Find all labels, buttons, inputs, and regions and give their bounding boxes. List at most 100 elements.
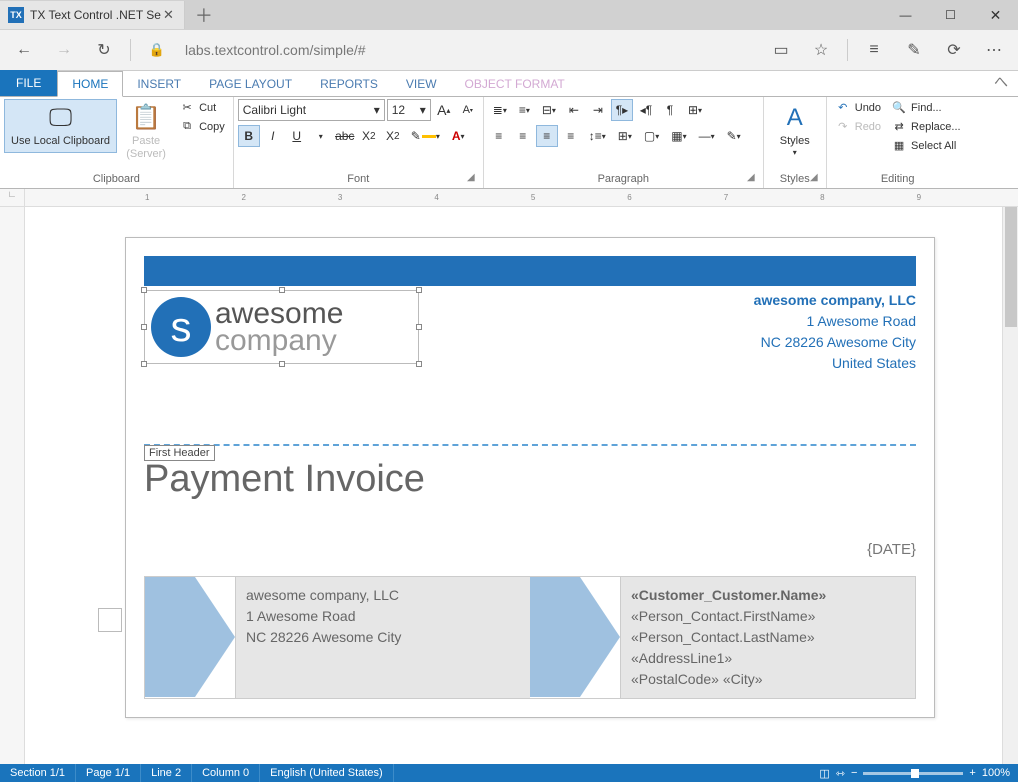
grow-font-button[interactable]: A▴: [433, 99, 455, 121]
shrink-font-button[interactable]: A▾: [457, 99, 479, 121]
frame-color-button[interactable]: ✎▾: [722, 125, 746, 147]
sort-button[interactable]: ⊞▾: [683, 99, 707, 121]
document-viewport[interactable]: s awesome company awesome company, LLC 1…: [25, 207, 1002, 764]
zoom-value[interactable]: 100%: [982, 767, 1010, 779]
redo-button[interactable]: ↷Redo: [831, 118, 885, 135]
page[interactable]: s awesome company awesome company, LLC 1…: [125, 237, 935, 718]
styles-button[interactable]: A Styles ▾: [768, 99, 822, 163]
back-button[interactable]: ←: [6, 32, 42, 68]
underline-button[interactable]: U: [286, 125, 308, 147]
tab-home[interactable]: HOME: [57, 71, 123, 97]
justify-button[interactable]: ≡: [560, 125, 582, 147]
favorites-icon[interactable]: ☆: [803, 32, 839, 68]
refresh-button[interactable]: ↻: [86, 32, 122, 68]
line-spacing-button[interactable]: ↕≡▾: [584, 125, 611, 147]
new-tab-button[interactable]: ＋: [185, 2, 223, 28]
undo-button[interactable]: ↶Undo: [831, 99, 885, 116]
scrollbar-thumb[interactable]: [1005, 207, 1017, 327]
superscript-button[interactable]: X2: [382, 125, 404, 147]
bullets-button[interactable]: ≣▾: [488, 99, 512, 121]
styles-dialog-launcher[interactable]: ◢: [810, 172, 818, 183]
status-column[interactable]: Column 0: [192, 764, 260, 782]
file-tab[interactable]: FILE: [0, 70, 57, 96]
forward-button[interactable]: →: [46, 32, 82, 68]
status-page[interactable]: Page 1/1: [76, 764, 141, 782]
underline-more-icon[interactable]: ▾: [310, 125, 332, 147]
notes-icon[interactable]: ✎: [896, 32, 932, 68]
control-chars-button[interactable]: ¶: [659, 99, 681, 121]
hub-icon[interactable]: ≡: [856, 32, 892, 68]
status-language[interactable]: English (United States): [260, 764, 394, 782]
zoom-knob[interactable]: [911, 769, 919, 778]
window-close-button[interactable]: ✕: [973, 0, 1018, 30]
merge-field[interactable]: «Customer_Customer.Name»: [631, 585, 905, 606]
merge-field[interactable]: «Person_Contact.LastName»: [631, 627, 905, 648]
paragraph-dialog-launcher[interactable]: ◢: [747, 172, 755, 183]
tab-close-icon[interactable]: ✕: [161, 7, 176, 23]
view-mode-icon[interactable]: ◫: [819, 767, 829, 780]
merge-field[interactable]: «AddressLine1»: [631, 648, 905, 669]
ltr-button[interactable]: ¶▸: [611, 99, 633, 121]
ribbon-collapse-icon[interactable]: へ: [984, 68, 1018, 96]
share-icon[interactable]: ⟳: [936, 32, 972, 68]
multilevel-button[interactable]: ⊟▾: [537, 99, 561, 121]
more-icon[interactable]: ⋯: [976, 32, 1012, 68]
rtl-button[interactable]: ◂¶: [635, 99, 657, 121]
find-button[interactable]: 🔍Find...: [887, 99, 965, 116]
cut-button[interactable]: ✂Cut: [175, 99, 229, 116]
zoom-slider[interactable]: [863, 772, 963, 775]
copy-button[interactable]: ⧉Copy: [175, 118, 229, 135]
use-local-clipboard-button[interactable]: 🖵 Use Local Clipboard: [4, 99, 117, 153]
borders-button[interactable]: ⊞▾: [613, 125, 637, 147]
italic-button[interactable]: I: [262, 125, 284, 147]
strike-button[interactable]: abc: [334, 125, 356, 147]
sender-cell[interactable]: awesome company, LLC 1 Awesome Road NC 2…: [235, 577, 530, 698]
tab-object-format[interactable]: OBJECT FORMAT: [451, 72, 579, 96]
font-family-select[interactable]: Calibri Light▾: [238, 99, 385, 121]
zoom-out-button[interactable]: −: [851, 767, 857, 779]
status-section[interactable]: Section 1/1: [0, 764, 76, 782]
subscript-button[interactable]: X2: [358, 125, 380, 147]
highlight-button[interactable]: ✎▾: [406, 125, 445, 147]
tab-view[interactable]: VIEW: [392, 72, 451, 96]
tab-page-layout[interactable]: PAGE LAYOUT: [195, 72, 306, 96]
horizontal-ruler[interactable]: 1 2 3 4 5 6 7 8 9: [25, 189, 921, 207]
paste-button[interactable]: 📋 Paste (Server): [119, 99, 173, 166]
logo-frame[interactable]: s awesome company: [144, 290, 419, 364]
replace-button[interactable]: ⇄Replace...: [887, 118, 965, 135]
merge-field[interactable]: «PostalCode» «City»: [631, 669, 905, 690]
fit-width-icon[interactable]: ⇿: [836, 767, 845, 780]
font-dialog-launcher[interactable]: ◢: [467, 172, 475, 183]
window-minimize-button[interactable]: —: [883, 0, 928, 30]
font-size-select[interactable]: 12▾: [387, 99, 431, 121]
decrease-indent-button[interactable]: ⇤: [563, 99, 585, 121]
font-color-button[interactable]: A▾: [447, 125, 470, 147]
merge-field[interactable]: «Person_Contact.FirstName»: [631, 606, 905, 627]
bold-button[interactable]: B: [238, 125, 260, 147]
tab-reports[interactable]: REPORTS: [306, 72, 392, 96]
select-all-button[interactable]: ▦Select All: [887, 137, 965, 154]
recipient-cell[interactable]: «Customer_Customer.Name» «Person_Contact…: [620, 577, 915, 698]
frame-style-button[interactable]: —▾: [694, 125, 720, 147]
first-header-badge[interactable]: First Header: [144, 445, 215, 461]
company-address[interactable]: awesome company, LLC 1 Awesome Road NC 2…: [754, 290, 916, 374]
status-line[interactable]: Line 2: [141, 764, 192, 782]
frame-button[interactable]: ▦▾: [666, 125, 691, 147]
align-right-button[interactable]: ≡: [536, 125, 558, 147]
browser-tab[interactable]: TX TX Text Control .NET Se ✕: [0, 1, 185, 29]
address-table[interactable]: awesome company, LLC 1 Awesome Road NC 2…: [144, 576, 916, 699]
invoice-title[interactable]: Payment Invoice: [144, 458, 916, 501]
align-left-button[interactable]: ≡: [488, 125, 510, 147]
window-maximize-button[interactable]: ☐: [928, 0, 973, 30]
vertical-ruler[interactable]: [0, 207, 25, 764]
increase-indent-button[interactable]: ⇥: [587, 99, 609, 121]
date-field[interactable]: {DATE}: [144, 541, 916, 558]
zoom-in-button[interactable]: +: [969, 767, 975, 779]
numbering-button[interactable]: ≡▾: [514, 99, 535, 121]
tab-insert[interactable]: INSERT: [123, 72, 195, 96]
align-center-button[interactable]: ≡: [512, 125, 534, 147]
shading-button[interactable]: ▢▾: [639, 125, 664, 147]
url-input[interactable]: labs.labs.textcontrol.comtextcontrol.com…: [179, 42, 759, 58]
reading-view-icon[interactable]: ▭: [763, 32, 799, 68]
vertical-scrollbar[interactable]: [1002, 207, 1018, 764]
